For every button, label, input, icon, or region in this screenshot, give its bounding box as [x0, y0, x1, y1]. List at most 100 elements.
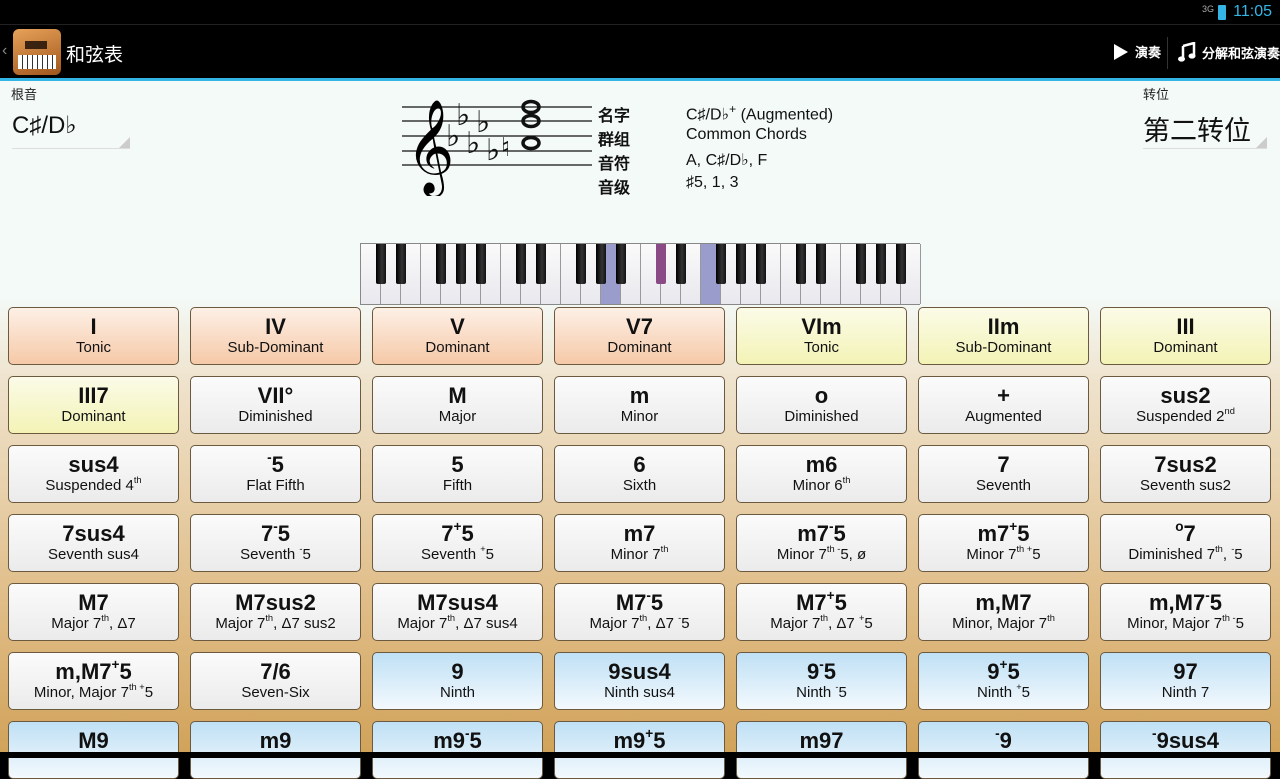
chord-button[interactable]: 97 Ninth 7 [1100, 652, 1271, 710]
chord-symbol: m7 [555, 522, 724, 546]
chord-button[interactable]: 7 Seventh [918, 445, 1089, 503]
chord-button[interactable]: m,M7+5 Minor, Major 7th +5 [8, 652, 179, 710]
chord-button[interactable]: V Dominant [372, 307, 543, 365]
chord-button[interactable]: m,M7-5 Minor, Major 7th -5 [1100, 583, 1271, 641]
black-key[interactable] [796, 244, 806, 284]
chord-button[interactable]: 7/6 Seven-Six [190, 652, 361, 710]
root-spinner[interactable]: C♯/D♭ [12, 111, 130, 149]
chord-button[interactable]: o Diminished [736, 376, 907, 434]
black-key[interactable] [896, 244, 906, 284]
black-key[interactable] [476, 244, 486, 284]
chord-button[interactable]: 7+5 Seventh +5 [372, 514, 543, 572]
chord-button[interactable]: 9 Ninth [372, 652, 543, 710]
chord-description: Major [373, 408, 542, 426]
chord-button[interactable]: -9 [918, 721, 1089, 779]
chord-button[interactable]: m,M7 Minor, Major 7th [918, 583, 1089, 641]
music-staff: 𝄞 ♭♭♭♭♭ ♮ [402, 98, 592, 196]
chord-button[interactable]: m9-5 [372, 721, 543, 779]
text-part: Ninth sus4 [604, 684, 675, 701]
app-logo-piano-icon[interactable] [13, 29, 61, 75]
text-part: 9sus4 [608, 659, 671, 684]
chord-button[interactable]: m6 Minor 6th [736, 445, 907, 503]
chord-symbol: o [737, 384, 906, 408]
chord-description: Sub-Dominant [191, 339, 360, 357]
chord-button[interactable]: M7 Major 7th, Δ7 [8, 583, 179, 641]
text-part: Seventh [975, 477, 1032, 494]
black-key[interactable] [596, 244, 606, 284]
chord-button[interactable]: M7-5 Major 7th, Δ7 -5 [554, 583, 725, 641]
chord-button[interactable]: m9+5 [554, 721, 725, 779]
black-key[interactable] [376, 244, 386, 284]
chord-button[interactable]: IIm Sub-Dominant [918, 307, 1089, 365]
chord-button[interactable]: M7sus4 Major 7th, Δ7 sus4 [372, 583, 543, 641]
chord-button[interactable]: m7+5 Minor 7th +5 [918, 514, 1089, 572]
chord-button[interactable]: V7 Dominant [554, 307, 725, 365]
chord-button[interactable]: III Dominant [1100, 307, 1271, 365]
chord-button[interactable]: sus2 Suspended 2nd [1100, 376, 1271, 434]
black-key[interactable] [856, 244, 866, 284]
chord-symbol: o7 [1101, 519, 1270, 546]
chord-button[interactable]: m97 [736, 721, 907, 779]
black-key[interactable] [456, 244, 466, 284]
text-part: Ninth [796, 684, 836, 701]
chord-button[interactable]: VII° Diminished [190, 376, 361, 434]
chord-button[interactable]: m9 [190, 721, 361, 779]
black-key[interactable] [756, 244, 766, 284]
chord-button[interactable]: M Major [372, 376, 543, 434]
chord-button[interactable]: 7sus4 Seventh sus4 [8, 514, 179, 572]
chord-button[interactable]: 5 Fifth [372, 445, 543, 503]
back-chevron-icon[interactable]: ‹ [2, 42, 7, 60]
black-key[interactable] [576, 244, 586, 284]
text-part: 9 [451, 659, 464, 684]
chord-button[interactable]: sus4 Suspended 4th [8, 445, 179, 503]
black-key[interactable] [436, 244, 446, 284]
text-part: th + [128, 682, 145, 693]
chord-symbol: III7 [9, 384, 178, 408]
black-key[interactable] [656, 244, 666, 284]
chord-description: Tonic [737, 339, 906, 357]
chord-button[interactable]: 7-5 Seventh -5 [190, 514, 361, 572]
chord-button[interactable]: -5 Flat Fifth [190, 445, 361, 503]
chord-button[interactable]: M9 [8, 721, 179, 779]
chord-button[interactable]: 6 Sixth [554, 445, 725, 503]
chord-button[interactable]: I Tonic [8, 307, 179, 365]
chord-button[interactable]: III7 Dominant [8, 376, 179, 434]
arpeggio-play-button[interactable]: 分解和弦演奏 [1178, 42, 1280, 62]
text-part: 5 [833, 521, 846, 546]
chord-button[interactable]: -9sus4 [1100, 721, 1271, 779]
chord-button[interactable]: o7 Diminished 7th, -5 [1100, 514, 1271, 572]
chord-symbol: + [919, 384, 1088, 408]
chord-symbol: M9 [9, 729, 178, 753]
chord-description: Dominant [373, 339, 542, 357]
chord-button[interactable]: + Augmented [918, 376, 1089, 434]
root-label: 根音 [11, 87, 38, 102]
chord-button[interactable]: VIm Tonic [736, 307, 907, 365]
black-key[interactable] [676, 244, 686, 284]
text-part: m,M7 [1148, 590, 1206, 615]
chord-button[interactable]: m7 Minor 7th [554, 514, 725, 572]
black-key[interactable] [716, 244, 726, 284]
black-key[interactable] [616, 244, 626, 284]
chord-button[interactable]: 7sus2 Seventh sus2 [1100, 445, 1271, 503]
black-key[interactable] [816, 244, 826, 284]
chord-button[interactable]: M7+5 Major 7th, Δ7 +5 [736, 583, 907, 641]
black-key[interactable] [876, 244, 886, 284]
app-title: 和弦表 [66, 45, 124, 66]
play-button[interactable]: 演奏 [1113, 42, 1161, 61]
chord-button[interactable]: m Minor [554, 376, 725, 434]
chord-button[interactable]: 9+5 Ninth +5 [918, 652, 1089, 710]
chord-button[interactable]: IV Sub-Dominant [190, 307, 361, 365]
black-key[interactable] [736, 244, 746, 284]
chord-description: Dominant [555, 339, 724, 357]
chord-button[interactable]: 9sus4 Ninth sus4 [554, 652, 725, 710]
chord-button[interactable]: 9-5 Ninth -5 [736, 652, 907, 710]
black-key[interactable] [536, 244, 546, 284]
inversion-spinner[interactable]: 第二转位 [1143, 109, 1267, 149]
chord-button[interactable]: M7sus2 Major 7th, Δ7 sus2 [190, 583, 361, 641]
piano-keyboard[interactable] [360, 243, 921, 305]
text-part: 5 [485, 546, 494, 563]
chord-button[interactable]: m7-5 Minor 7th -5, ø [736, 514, 907, 572]
black-key[interactable] [516, 244, 526, 284]
black-key[interactable] [396, 244, 406, 284]
text-part: 5 [1209, 590, 1223, 615]
